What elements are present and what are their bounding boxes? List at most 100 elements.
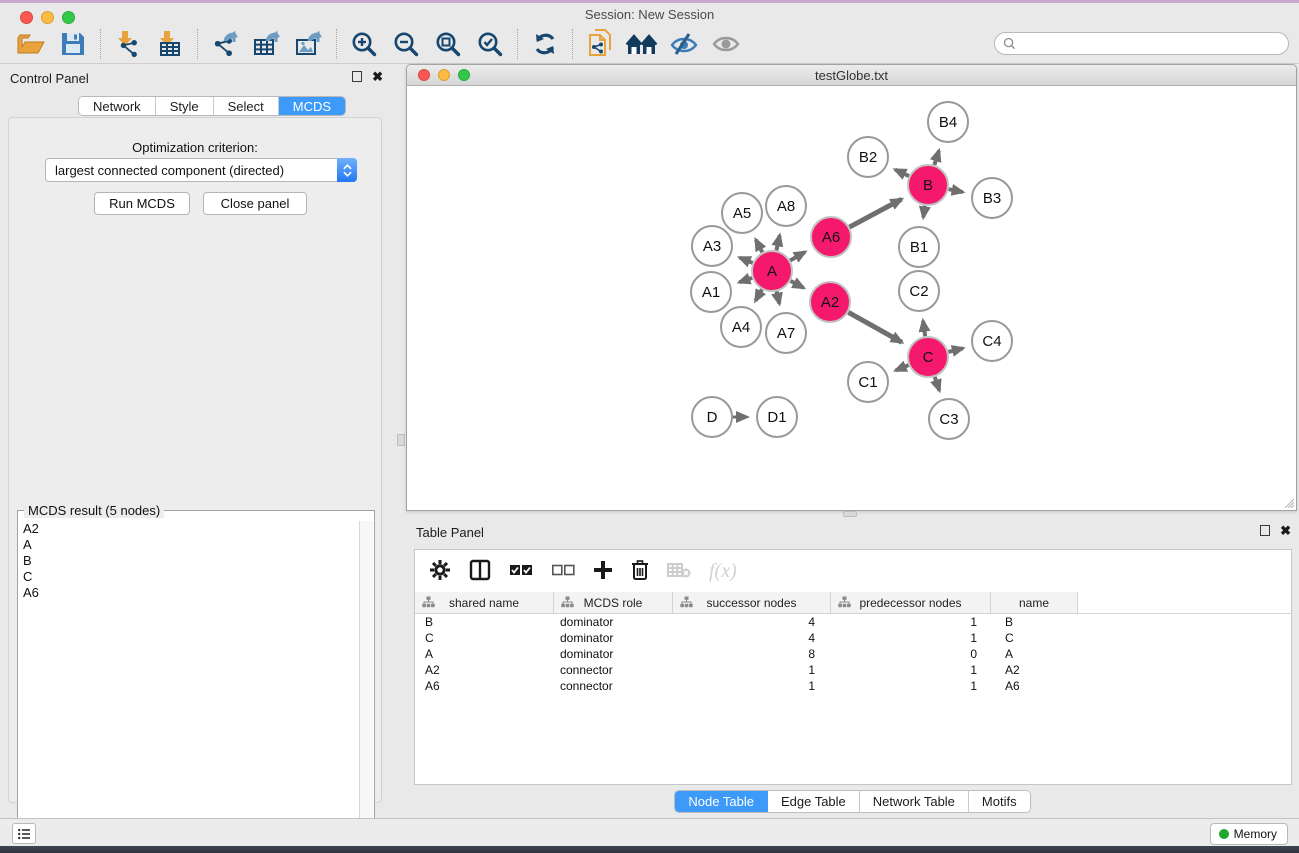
tab-network[interactable]: Network (79, 97, 156, 115)
attribute-icon (422, 596, 435, 608)
column-header-name[interactable]: name (991, 592, 1078, 613)
table-panel: Table Panel ✖ f(x) shared nameMCDS roles… (406, 518, 1299, 818)
edge-B-B4[interactable] (934, 151, 939, 165)
import-table-button[interactable] (149, 27, 191, 61)
mcds-result-item[interactable]: B (19, 553, 359, 569)
mcds-result-item[interactable]: C (19, 569, 359, 585)
column-header-successor-nodes[interactable]: successor nodes (673, 592, 831, 613)
show-all-button[interactable] (705, 27, 747, 61)
node-label-B3: B3 (983, 190, 1001, 207)
table-row[interactable]: Adominator80A (415, 646, 1291, 662)
tab-motifs[interactable]: Motifs (969, 791, 1030, 812)
zoom-in-button[interactable] (343, 27, 385, 61)
edge-A6-B[interactable] (850, 199, 902, 227)
edge-C-C1[interactable] (896, 365, 909, 370)
hide-selected-button[interactable] (663, 27, 705, 61)
zoom-selected-button[interactable] (469, 27, 511, 61)
node-label-B1: B1 (910, 239, 928, 256)
memory-button[interactable]: Memory (1210, 823, 1288, 845)
delete-column-button[interactable] (631, 559, 649, 584)
search-input[interactable] (1016, 33, 1288, 54)
column-label: predecessor nodes (859, 596, 961, 610)
new-network-from-selection-button[interactable] (579, 27, 621, 61)
import-network-button[interactable] (107, 27, 149, 61)
table-row[interactable]: A6connector11A6 (415, 678, 1291, 694)
edge-A-A5[interactable] (756, 240, 763, 253)
close-table-panel-icon[interactable]: ✖ (1280, 525, 1291, 536)
edge-B-B1[interactable] (923, 206, 925, 218)
column-visibility-button[interactable] (469, 559, 491, 584)
column-header-shared-name[interactable]: shared name (415, 592, 554, 613)
export-network-icon (210, 30, 240, 58)
criterion-dropdown[interactable]: largest connected component (directed) (45, 158, 357, 182)
edge-A-A2[interactable] (791, 281, 804, 288)
table-row[interactable]: A2connector11A2 (415, 662, 1291, 678)
column-header-predecessor-nodes[interactable]: predecessor nodes (831, 592, 991, 613)
tab-node-table[interactable]: Node Table (675, 791, 768, 812)
zoom-out-button[interactable] (385, 27, 427, 61)
mcds-result-item[interactable]: A6 (19, 585, 359, 601)
main-toolbar (0, 25, 1299, 64)
close-panel-button[interactable]: Close panel (203, 192, 307, 215)
tab-mcds[interactable]: MCDS (279, 97, 345, 115)
select-all-button[interactable] (509, 563, 533, 580)
close-panel-icon[interactable]: ✖ (372, 71, 383, 82)
edge-A-A7[interactable] (777, 291, 780, 303)
cell: 1 (673, 663, 831, 677)
edge-A-A4[interactable] (756, 289, 762, 300)
zoom-fit-button[interactable] (427, 27, 469, 61)
table-settings-icon (429, 559, 451, 584)
cell: A6 (991, 679, 1078, 693)
mcds-result-list[interactable]: A2ABCA6 (19, 521, 359, 848)
edge-A-A6[interactable] (790, 252, 805, 261)
add-column-button[interactable] (593, 560, 613, 583)
run-mcds-button[interactable]: Run MCDS (94, 192, 190, 215)
column-label: successor nodes (706, 596, 796, 610)
horizontal-split-handle[interactable] (843, 511, 857, 517)
export-image-button[interactable] (288, 27, 330, 61)
resize-grip-icon[interactable] (1282, 496, 1294, 508)
edge-C-C2[interactable] (923, 321, 925, 336)
edge-A2-C[interactable] (848, 312, 902, 342)
float-panel-icon[interactable] (352, 71, 362, 82)
network-graph-canvas[interactable]: B4B2BB3A8A5A6A3B1AC2A1A2A4A7C4CC1DD1C3 (407, 86, 1296, 510)
table-row[interactable]: Cdominator41C (415, 630, 1291, 646)
edge-B-B2[interactable] (895, 170, 909, 176)
splitpane-handle[interactable] (397, 434, 405, 446)
tab-select[interactable]: Select (214, 97, 279, 115)
first-neighbors-button[interactable] (621, 27, 663, 61)
mcds-result-item[interactable]: A (19, 537, 359, 553)
tab-edge-table[interactable]: Edge Table (768, 791, 860, 812)
edge-A-A3[interactable] (740, 258, 753, 263)
refresh-view-button[interactable] (524, 27, 566, 61)
deselect-all-button[interactable] (551, 563, 575, 580)
edge-C-C3[interactable] (935, 377, 940, 391)
export-network-button[interactable] (204, 27, 246, 61)
app-title: Session: New Session (0, 7, 1299, 22)
column-visibility-icon (469, 559, 491, 584)
column-label: shared name (449, 596, 519, 610)
edge-A-A1[interactable] (739, 278, 752, 282)
node-label-A7: A7 (777, 325, 795, 342)
network-window-titlebar[interactable]: testGlobe.txt (407, 65, 1296, 86)
edge-B-B3[interactable] (949, 189, 963, 192)
float-table-panel-icon[interactable] (1260, 525, 1270, 536)
table-settings-button[interactable] (429, 559, 451, 584)
search-box[interactable] (994, 32, 1289, 55)
tab-network-table[interactable]: Network Table (860, 791, 969, 812)
export-table-button[interactable] (246, 27, 288, 61)
column-header-MCDS-role[interactable]: MCDS role (554, 592, 673, 613)
edge-C-C4[interactable] (948, 348, 963, 352)
mcds-tab-content: Optimization criterion: largest connecte… (8, 117, 382, 803)
criterion-value: largest connected component (directed) (46, 163, 337, 178)
open-file-button[interactable] (10, 27, 52, 61)
edge-A-A8[interactable] (776, 235, 779, 250)
task-history-button[interactable] (12, 823, 36, 844)
memory-status-icon (1219, 829, 1229, 839)
result-scrollbar[interactable] (359, 521, 373, 848)
save-session-button[interactable] (52, 27, 94, 61)
mcds-result-item[interactable]: A2 (19, 521, 359, 537)
table-row[interactable]: Bdominator41B (415, 614, 1291, 630)
tab-style[interactable]: Style (156, 97, 214, 115)
cell: 1 (673, 679, 831, 693)
